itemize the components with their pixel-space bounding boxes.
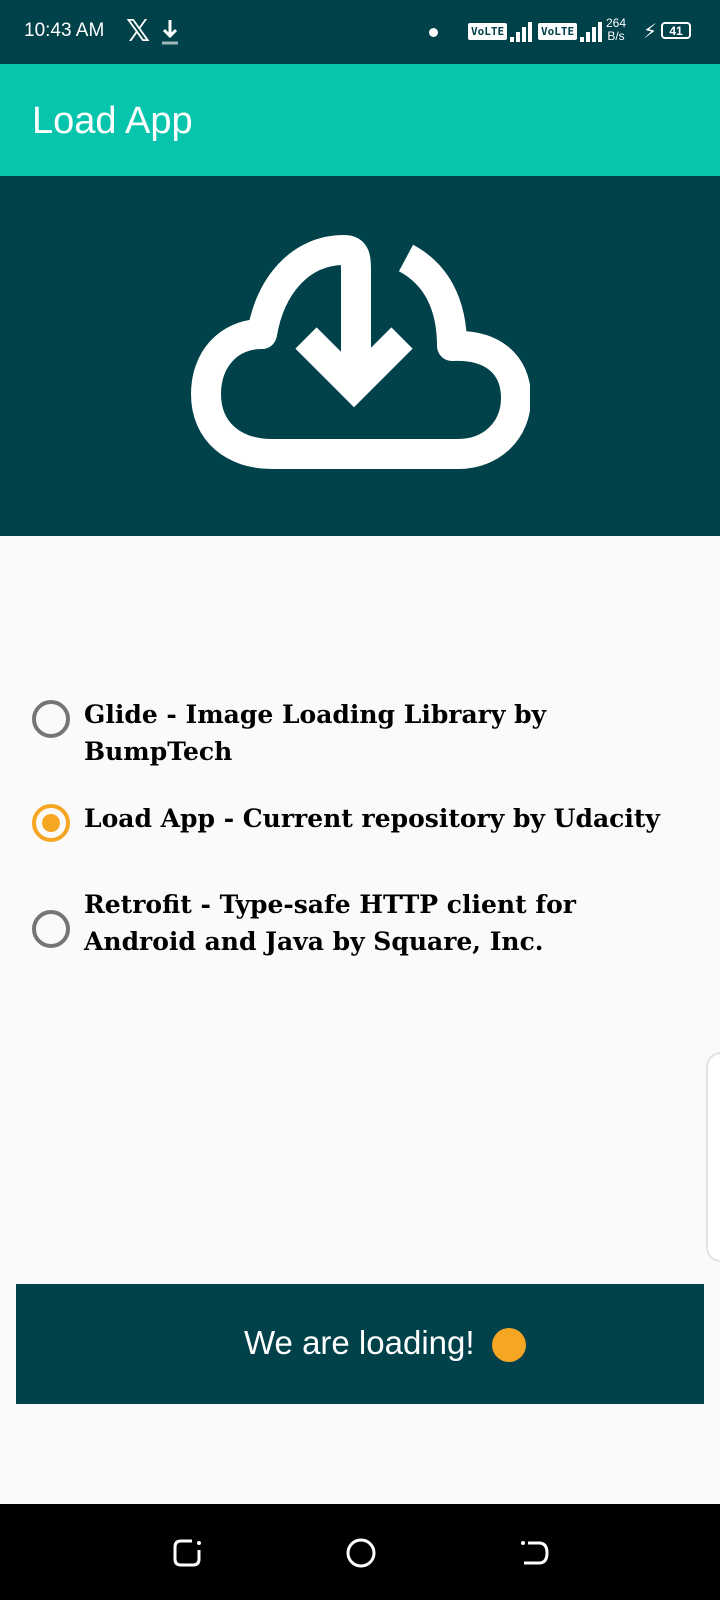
page-title: Load App: [32, 100, 193, 142]
download-button[interactable]: We are loading!: [16, 1284, 704, 1404]
loading-progress-circle: [492, 1328, 526, 1362]
radio-label: Load App - Current repository by Udacity: [84, 804, 660, 833]
download-icon: [162, 20, 178, 45]
x-app-icon: 𝕏: [126, 15, 151, 48]
radio-button[interactable]: [32, 910, 70, 948]
status-time: 10:43 AM: [24, 20, 105, 41]
notification-dot-icon: [429, 28, 438, 37]
radio-button[interactable]: [32, 700, 70, 738]
app-bar: Load App: [0, 64, 720, 176]
signal-icon: [580, 20, 602, 42]
header-image: [0, 176, 720, 536]
charging-icon: ⚡: [643, 21, 658, 43]
signal-icon: [510, 20, 532, 42]
back-icon[interactable]: [518, 1536, 552, 1570]
radio-button-checked[interactable]: [32, 804, 70, 842]
recents-icon[interactable]: [170, 1536, 204, 1570]
radio-label: Glide - Image Loading Library by BumpTec…: [84, 700, 547, 766]
radio-label: Retrofit - Type-safe HTTP client for And…: [84, 890, 576, 956]
home-icon[interactable]: [344, 1536, 378, 1570]
edge-panel-handle[interactable]: [706, 1052, 720, 1262]
network-speed: 264 B/s: [606, 17, 626, 43]
volte-badge-1: VoLTE: [468, 23, 508, 40]
network-speed-unit: B/s: [607, 29, 625, 43]
battery-icon: 41: [661, 22, 691, 39]
volte-badge-2: VoLTE: [538, 23, 578, 40]
download-button-label: We are loading!: [244, 1324, 475, 1361]
system-nav-bar: [0, 1504, 720, 1600]
cloud-download-icon: [191, 235, 530, 469]
status-bar: 10:43 AM 𝕏 VoLTE VoLTE 264 B/s ⚡ 41: [0, 0, 720, 64]
